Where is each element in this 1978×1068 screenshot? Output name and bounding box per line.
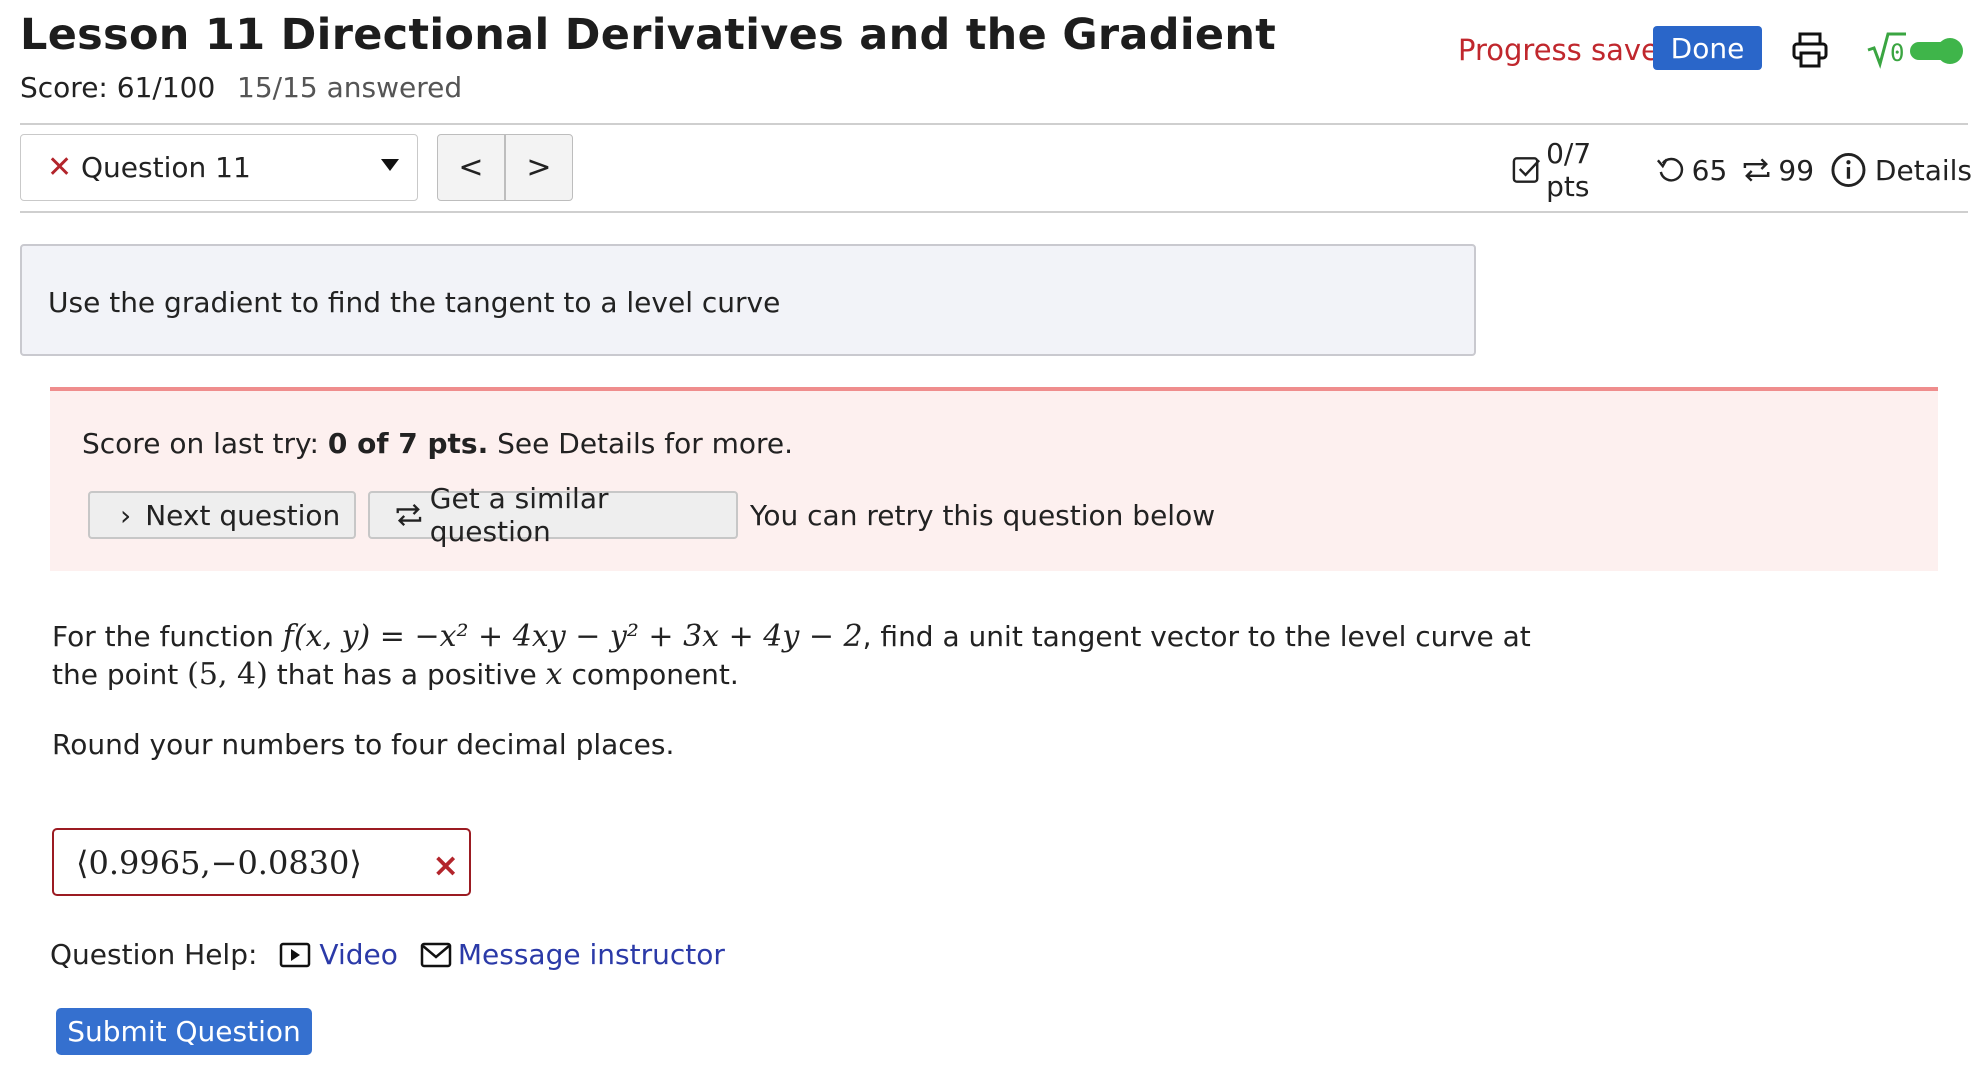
video-link-label: Video (319, 938, 398, 971)
rounding-instruction: Round your numbers to four decimal place… (52, 728, 675, 761)
retry-message: You can retry this question below (750, 499, 1216, 532)
info-icon[interactable] (1830, 151, 1867, 189)
points-value: 0/7 pts (1546, 137, 1592, 203)
repeat-icon (1743, 158, 1770, 182)
print-icon[interactable] (1790, 30, 1830, 70)
score-prefix: Score on last try: (82, 427, 328, 460)
score-text: Score: 61/100 (20, 71, 216, 104)
incorrect-icon: × (432, 846, 459, 884)
video-icon (280, 942, 311, 967)
attempts-value: 65 (1691, 153, 1728, 187)
similar-question-label: Get a similar question (429, 482, 609, 548)
problem-text: component. (562, 658, 739, 691)
details-link[interactable]: Details (1875, 154, 1972, 187)
page-title: Lesson 11 Directional Derivatives and th… (20, 10, 1277, 60)
feedback-panel: Score on last try: 0 of 7 pts. See Detai… (50, 387, 1938, 571)
similar-question-button[interactable]: Get a similar question (368, 482, 738, 548)
svg-text:0: 0 (1890, 39, 1904, 67)
checkbox-icon (1512, 157, 1541, 183)
question-select-label: Question 11 (81, 151, 251, 184)
question-description: Use the gradient to find the tangent to … (48, 286, 781, 319)
x-variable: x (545, 657, 563, 692)
progress-saved-status: Progress saved (1458, 33, 1678, 67)
last-try-score: Score on last try: 0 of 7 pts. See Detai… (82, 427, 793, 460)
x-icon: ✕ (47, 150, 73, 185)
next-question-label: Next question (145, 498, 341, 532)
point-expression: (5, 4) (187, 657, 268, 692)
answer-input[interactable]: ⟨0.9965,−0.0830⟩ × (52, 828, 471, 896)
problem-line-2: the point (5, 4) that has a positive x c… (52, 656, 1531, 694)
repeat-icon (396, 503, 422, 527)
problem-statement: For the function f(x, y) = −x² + 4xy − y… (52, 618, 1531, 694)
message-instructor-label: Message instructor (457, 938, 725, 971)
envelope-icon (420, 942, 452, 967)
undo-icon (1656, 157, 1683, 182)
message-instructor-link[interactable]: Message instructor (420, 938, 725, 971)
help-label: Question Help: (50, 938, 258, 971)
next-question-arrow-button[interactable]: > (506, 135, 572, 200)
done-button[interactable]: Done (1653, 26, 1762, 70)
problem-text: For the function (52, 620, 283, 653)
score-value: 0 of 7 pts. (327, 427, 489, 460)
submit-question-button[interactable]: Submit Question (56, 1008, 312, 1055)
question-pager: < > (437, 134, 573, 201)
math-toggle[interactable]: 0 (1866, 30, 1966, 70)
question-help: Question Help: Video Message instructor (50, 938, 725, 971)
nav-divider (20, 211, 1968, 213)
question-select[interactable]: ✕ Question 11 (20, 134, 418, 201)
versions-value: 99 (1778, 153, 1815, 187)
video-link[interactable]: Video (279, 938, 398, 971)
caret-down-icon (381, 159, 399, 171)
score-suffix: See Details for more. (488, 427, 794, 460)
problem-text: the point (52, 658, 188, 691)
function-expression: f(x, y) = −x² + 4xy − y² + 3x + 4y − 2 (282, 619, 863, 654)
header-divider (20, 123, 1968, 125)
next-question-button[interactable]: › Next question (88, 491, 356, 539)
answer-value: ⟨0.9965,−0.0830⟩ (76, 844, 362, 882)
question-stats: 0/7 pts 65 99 Details (1511, 137, 1978, 203)
problem-text: that has a positive (267, 658, 546, 691)
question-description-box: Use the gradient to find the tangent to … (20, 244, 1476, 356)
problem-text: , find a unit tangent vector to the leve… (862, 620, 1531, 653)
answered-count: 15/15 answered (237, 71, 463, 104)
problem-line-1: For the function f(x, y) = −x² + 4xy − y… (52, 618, 1531, 656)
previous-question-button[interactable]: < (438, 135, 506, 200)
chevron-right-icon: › (120, 498, 132, 532)
